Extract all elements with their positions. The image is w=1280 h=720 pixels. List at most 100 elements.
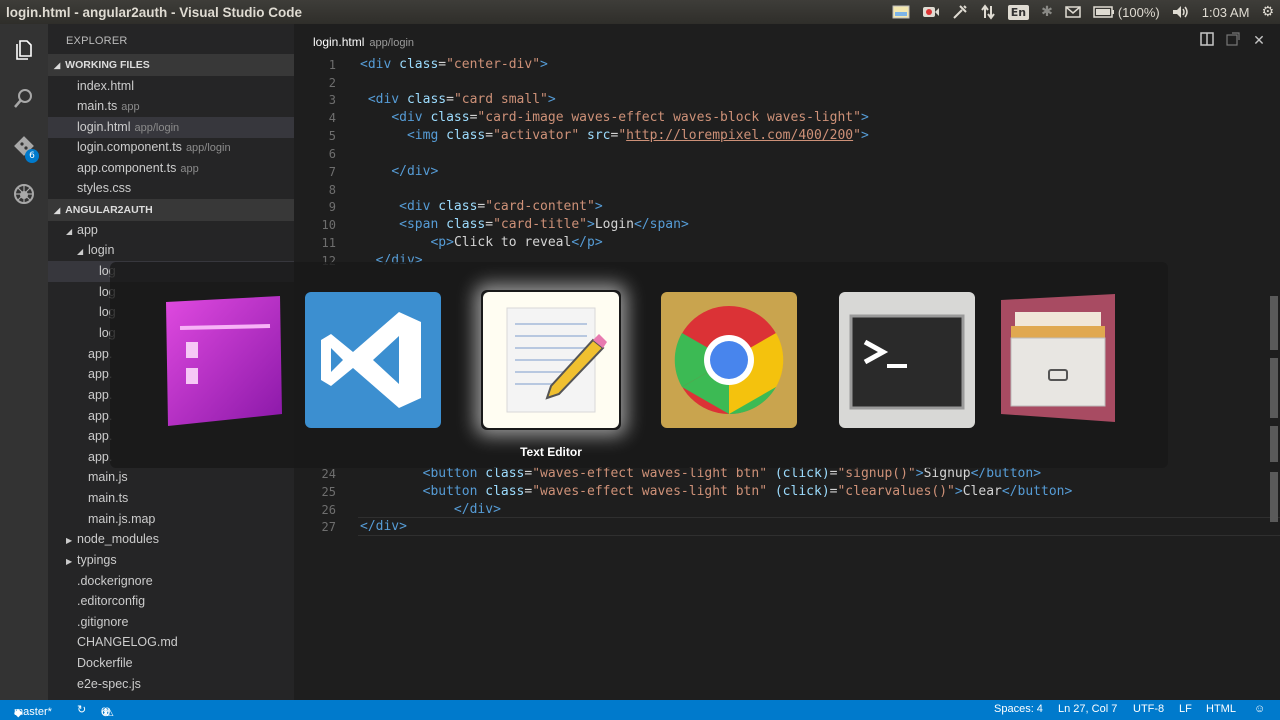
text-editor-icon[interactable] [481,290,621,430]
tree-file-item[interactable]: main.js [48,467,294,488]
section-label: ANGULAR2AUTH [65,204,153,216]
record-indicator-icon[interactable] [922,0,940,24]
file-path: app [121,101,140,113]
vs-purple-icon[interactable] [162,290,302,430]
code-line: 5 <img class="activator" src="http://lor… [294,127,1280,145]
tree-file-item[interactable]: main.ts [48,488,294,509]
folder-name: app [77,223,98,237]
tree-file-item[interactable]: main.js.map [48,509,294,530]
file-path: app/login [185,142,231,154]
line-number: 2 [328,76,336,90]
file-name: index.html [77,79,134,93]
tree-file-item[interactable]: Dockerfile [48,653,294,674]
window-title: login.html - angular2auth - Visual Studi… [6,4,303,20]
line-number: 10 [321,218,336,232]
line-source: <div class="card-image waves-effect wave… [391,110,869,125]
files-indicator-icon[interactable] [892,0,910,24]
file-name: main.ts [77,99,118,113]
indentation[interactable]: Spaces: 4 [994,703,1043,715]
line-number: 7 [328,165,336,179]
folder-name: typings [77,553,117,567]
line-number: 4 [328,111,336,125]
line-source: </div> [360,519,407,534]
file-name: styles.css [77,181,132,195]
line-number: 1 [328,58,336,72]
file-name: app. [88,450,113,464]
open-changes-icon[interactable] [1224,32,1242,50]
line-source: <div class="card small"> [367,92,556,107]
git-changes-badge: 6 [25,149,39,163]
file-name: app. [88,409,113,423]
file-name: e2e-spec.js [77,677,141,691]
working-file-item[interactable]: main.ts app [48,96,294,117]
working-file-item[interactable]: login.component.ts app/login [48,137,294,158]
working-file-item[interactable]: styles.css [48,178,294,199]
working-file-item[interactable]: index.html [48,76,294,97]
folder-login[interactable]: ◢ login [48,240,294,261]
chevron-down-icon: ◢ [66,227,73,236]
file-name: login.component.ts [77,140,182,154]
project-header[interactable]: ◢ ANGULAR2AUTH [48,199,294,221]
chevron-down-icon: ◢ [54,60,61,70]
volume-icon[interactable] [1172,0,1190,24]
working-file-item-selected[interactable]: login.html app/login [48,117,294,138]
debug-icon[interactable] [0,170,48,218]
folder-name: login [88,243,115,257]
editor-title-bar: login.html app/login ✕ [294,24,1280,59]
terminal-icon[interactable] [837,290,977,430]
file-path: app [180,163,199,175]
line-number: 11 [321,236,336,250]
tools-indicator-icon[interactable] [952,0,968,24]
search-icon[interactable] [0,74,48,122]
working-files-header[interactable]: ◢ WORKING FILES [48,54,294,76]
network-transfer-icon[interactable] [980,0,996,24]
file-cabinet-icon[interactable] [997,290,1117,430]
mail-icon[interactable] [1065,0,1081,24]
app-switcher: Text Editor [110,262,1168,468]
keyboard-layout-indicator[interactable]: En [1007,0,1030,24]
scrollbar-thumb[interactable] [1270,296,1278,350]
editor-scrollbar[interactable] [1266,296,1280,526]
git-icon[interactable]: 6 [0,122,48,170]
file-name: main.ts [88,491,129,505]
working-file-item[interactable]: app.component.ts app [48,158,294,179]
language-mode[interactable]: HTML [1206,703,1236,715]
line-number: 5 [328,129,336,143]
split-editor-icon[interactable] [1198,32,1216,50]
tree-file-item[interactable]: e2e-spec.js [48,674,294,695]
clock[interactable]: 1:03 AM [1202,0,1250,24]
file-name: CHANGELOG.md [77,635,178,649]
line-number: 25 [321,485,336,499]
sync-icon[interactable]: ↻ [77,703,86,716]
bluetooth-icon[interactable]: ✱ [1041,0,1053,24]
editor-tab-title[interactable]: login.html app/login [313,35,414,49]
code-line: 25 <button class="waves-effect waves-lig… [294,483,1280,501]
problems-indicator[interactable]: ⊗ 0 ⚠ 0 [101,703,114,719]
file-name: login.html [77,120,131,134]
encoding[interactable]: UTF-8 [1133,703,1164,715]
system-settings-icon[interactable]: ⚙ [1261,0,1274,24]
folder-app[interactable]: ◢ app [48,220,294,241]
file-name: app. [88,367,113,381]
line-source: <p>Click to reveal</p> [430,235,603,250]
feedback-smiley-icon[interactable]: ☺ [1254,703,1265,715]
line-source: </div> [453,502,501,517]
end-of-line[interactable]: LF [1179,703,1192,715]
vscode-icon[interactable] [303,290,443,430]
chrome-icon[interactable] [659,290,799,430]
close-icon[interactable]: ✕ [1250,32,1268,50]
code-line: 1 <div class="center-div"> [294,56,1280,74]
tree-file-item[interactable]: .gitignore [48,612,294,633]
tree-file-item[interactable]: CHANGELOG.md [48,632,294,653]
explorer-files-icon[interactable] [0,26,48,74]
file-name: app.component.ts [77,161,177,175]
cursor-position[interactable]: Ln 27, Col 7 [1058,703,1117,715]
scrollbar-marker [1270,426,1278,462]
line-number: 9 [328,200,336,214]
battery-indicator[interactable]: (100%) [1093,0,1160,24]
folder-typings[interactable]: ▶ typings [48,550,294,571]
tree-file-item[interactable]: .dockerignore [48,571,294,592]
battery-icon [1093,6,1114,18]
tree-file-item[interactable]: .editorconfig [48,591,294,612]
folder-node-modules[interactable]: ▶ node_modules [48,529,294,550]
